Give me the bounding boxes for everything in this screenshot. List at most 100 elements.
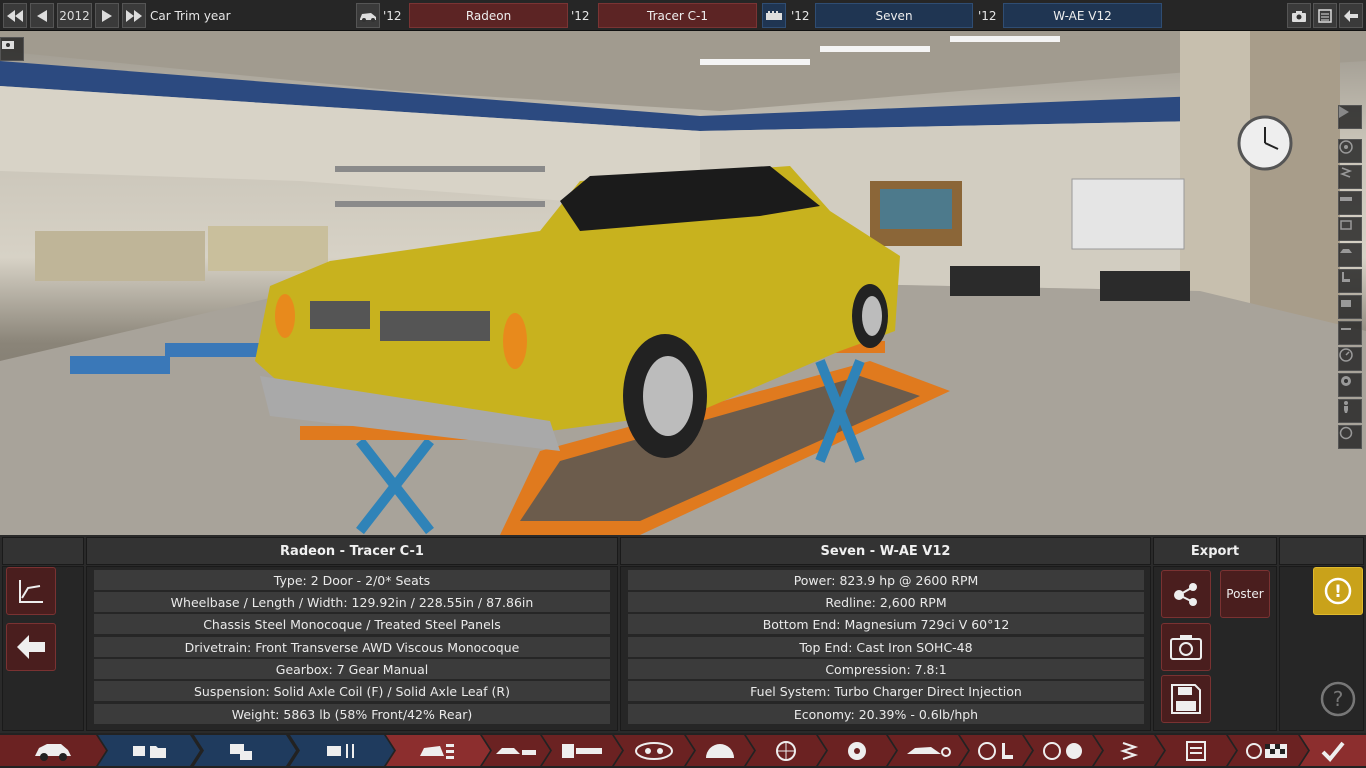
back-arrow-button[interactable]: [6, 623, 56, 671]
right-tools-header: [1279, 537, 1364, 565]
last-year-button[interactable]: [122, 3, 146, 28]
engine-stat-fuel: Fuel System: Turbo Charger Direct Inject…: [628, 681, 1144, 701]
graph-icon: [19, 580, 43, 603]
view-toolbar: [1338, 105, 1363, 485]
exhaust-icon: [1341, 328, 1351, 330]
rewind-icon: [7, 9, 23, 22]
gear-icon: [1341, 376, 1351, 386]
car-stat-suspension: Suspension: Solid Axle Coil (F) / Solid …: [94, 681, 610, 701]
engine-family-field[interactable]: Seven: [815, 3, 973, 28]
share-icon: [1174, 583, 1197, 606]
nav-finish[interactable]: [1300, 735, 1366, 766]
view-body-button[interactable]: [1338, 243, 1362, 267]
nav-car-model[interactable]: [0, 735, 106, 766]
camera-icon: [1170, 635, 1202, 660]
view-exhaust-button[interactable]: [1338, 321, 1362, 345]
engine-tune-icon: [323, 740, 361, 762]
view-engine-button[interactable]: [1338, 295, 1362, 319]
view-reset-button[interactable]: [1338, 425, 1362, 449]
nav-engine-tuning[interactable]: [290, 735, 394, 766]
left-tools-header: [2, 537, 84, 565]
expand-toolbar-button[interactable]: [1338, 105, 1362, 129]
view-spring-button[interactable]: [1338, 165, 1362, 189]
car-stat-gearbox: Gearbox: 7 Gear Manual: [94, 659, 610, 679]
aero-icon: [905, 740, 951, 762]
person-icon: [1344, 401, 1348, 413]
right-tools: ! ?: [1279, 566, 1364, 731]
engine-icon: [1341, 300, 1351, 307]
svg-text:!: !: [1334, 582, 1342, 602]
next-year-button[interactable]: [95, 3, 119, 28]
wheel-icon: [1339, 140, 1353, 154]
nav-stats[interactable]: [1156, 735, 1236, 766]
model-year: '12: [383, 8, 402, 23]
nav-fixtures[interactable]: [1094, 735, 1164, 766]
trim-name-field[interactable]: Tracer C-1: [598, 3, 757, 28]
warning-button[interactable]: !: [1313, 567, 1363, 615]
view-person-button[interactable]: [1338, 399, 1362, 423]
car-model-button[interactable]: [356, 3, 380, 28]
family-year: '12: [791, 8, 810, 23]
nav-chassis[interactable]: [542, 735, 622, 766]
engine-variant-field[interactable]: W-AE V12: [1003, 3, 1162, 28]
view-gauge-button[interactable]: [1338, 347, 1362, 371]
export-tools: Poster: [1153, 566, 1277, 731]
photo-button[interactable]: [1161, 623, 1211, 671]
export-title: Export: [1153, 537, 1277, 565]
seat-icon: [1342, 272, 1350, 282]
stopwatch-flag-icon: [1245, 740, 1291, 762]
info-panel: Radeon - Tracer C-1 Type: 2 Door - 2/0* …: [0, 535, 1366, 733]
first-year-button[interactable]: [3, 3, 27, 28]
prev-icon: [37, 9, 47, 22]
engine-stat-top-end: Top End: Cast Iron SOHC-48: [628, 637, 1144, 657]
share-button[interactable]: [1161, 570, 1211, 618]
nav-body[interactable]: [482, 735, 550, 766]
engine-icon: [766, 10, 782, 20]
car-icon: [360, 12, 376, 22]
fast-forward-icon: [126, 9, 142, 22]
arrow-left-icon: [1344, 9, 1358, 22]
view-wheel-button[interactable]: [1338, 139, 1362, 163]
next-icon: [102, 9, 112, 22]
save-button[interactable]: [1161, 675, 1211, 723]
nav-drivetrain[interactable]: [614, 735, 694, 766]
nav-wheels[interactable]: [746, 735, 826, 766]
scene-camera-button[interactable]: [0, 37, 24, 61]
nav-trim[interactable]: [386, 735, 490, 766]
nav-interior[interactable]: [960, 735, 1032, 766]
menu-button[interactable]: [1313, 3, 1337, 28]
prev-year-button[interactable]: [30, 3, 54, 28]
car-stat-chassis: Chassis Steel Monocoque / Treated Steel …: [94, 614, 610, 634]
nav-aero[interactable]: [888, 735, 968, 766]
left-tools: [2, 566, 84, 731]
nav-engine-family[interactable]: [98, 735, 200, 766]
year-field[interactable]: 2012: [57, 3, 92, 28]
wheel-icon: [774, 740, 798, 762]
nav-suspension[interactable]: [686, 735, 754, 766]
engine-folder-icon: [130, 740, 168, 762]
garage-viewport[interactable]: [0, 31, 1366, 535]
model-name-field[interactable]: Radeon: [409, 3, 568, 28]
chassis-icon: [560, 740, 604, 762]
nav-tests[interactable]: [1024, 735, 1102, 766]
nav-race[interactable]: [1228, 735, 1308, 766]
engine-stats: Power: 823.9 hp @ 2600 RPM Redline: 2,60…: [620, 566, 1151, 731]
nav-engine-variant[interactable]: [194, 735, 296, 766]
help-button[interactable]: ?: [1318, 679, 1358, 719]
view-interior-button[interactable]: [1338, 269, 1362, 293]
curve-editor-button[interactable]: [6, 567, 56, 615]
screenshot-button[interactable]: [1287, 3, 1311, 28]
help-icon: ?: [1320, 681, 1356, 717]
back-button[interactable]: [1339, 3, 1363, 28]
nav-brakes[interactable]: [818, 735, 896, 766]
view-settings-button[interactable]: [1338, 373, 1362, 397]
engine-stat-compression: Compression: 7.8:1: [628, 659, 1144, 679]
top-bar: 2012 Car Trim year '12 Radeon '12 Tracer…: [0, 0, 1366, 31]
view-drivetrain-button[interactable]: [1338, 191, 1362, 215]
view-chassis-button[interactable]: [1338, 217, 1362, 241]
engine-button[interactable]: [762, 3, 786, 28]
camera-icon: [2, 41, 14, 49]
gauge-icon: [1339, 348, 1353, 362]
poster-button[interactable]: Poster: [1220, 570, 1270, 618]
car-stat-dimensions: Wheelbase / Length / Width: 129.92in / 2…: [94, 592, 610, 612]
